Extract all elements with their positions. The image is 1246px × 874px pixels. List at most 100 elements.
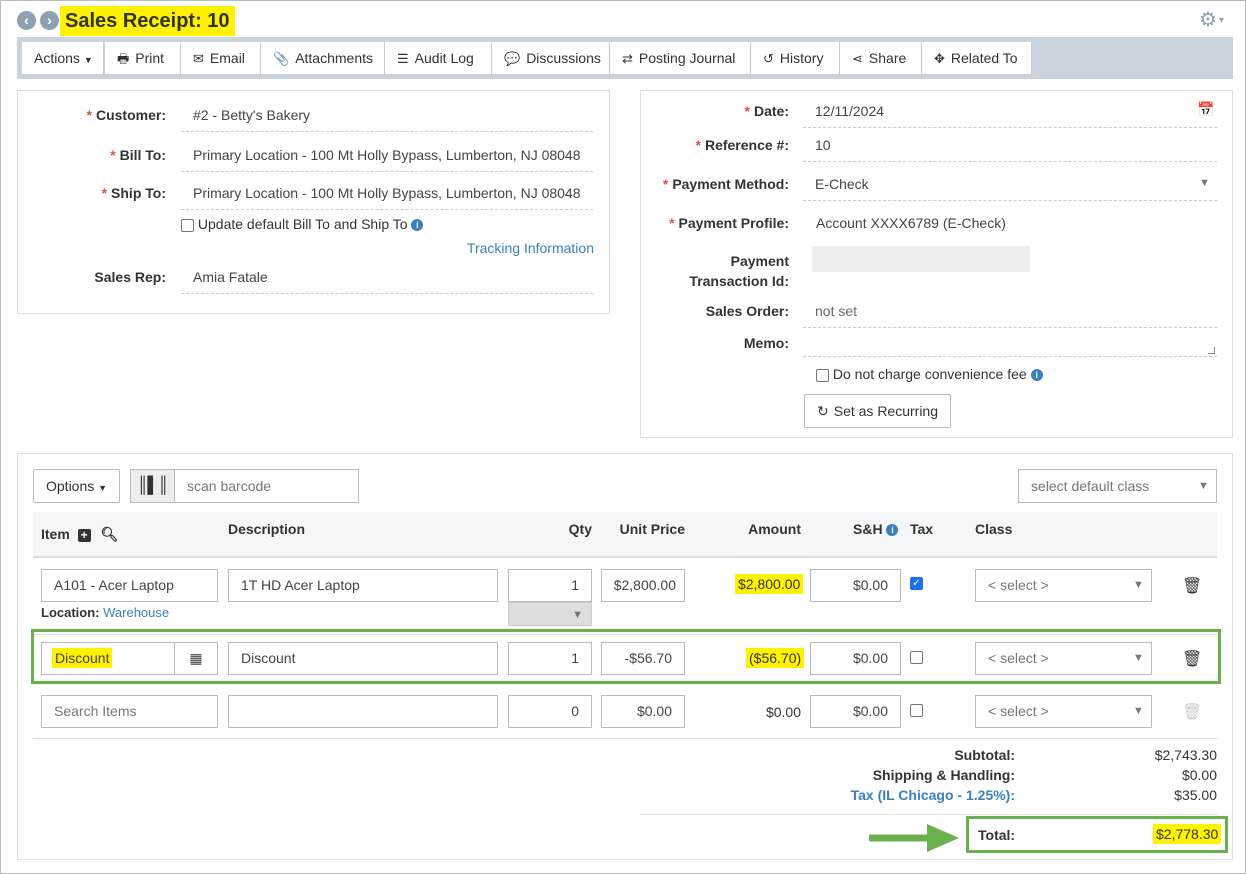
class-header: Class: [975, 521, 1013, 537]
tracking-information-link[interactable]: Tracking Information: [421, 240, 594, 256]
totals-divider: [640, 814, 1217, 815]
printer-icon: 🖶: [117, 51, 130, 66]
comments-icon: 💬: [504, 51, 521, 66]
no-fee-label: Do not charge convenience fee: [832, 366, 1027, 382]
no-fee-checkbox[interactable]: [816, 368, 829, 382]
email-button[interactable]: ✉ Email: [181, 42, 261, 74]
qty-input[interactable]: 1: [508, 642, 592, 675]
calendar-icon[interactable]: 📅: [1197, 101, 1214, 118]
list-icon: ☰: [397, 51, 409, 66]
chevron-down-icon: ▼: [1198, 480, 1209, 492]
ship-to-label: * Ship To:: [101, 185, 166, 201]
item-input[interactable]: A101 - Acer Laptop: [41, 569, 218, 602]
options-button[interactable]: Options ▼: [33, 469, 120, 503]
ship-to-field[interactable]: Primary Location - 100 Mt Holly Bypass, …: [181, 181, 593, 210]
no-fee-row: Do not charge convenience fee i: [816, 366, 1043, 382]
tax-link[interactable]: Tax (IL Chicago - 1.25%):: [761, 787, 1015, 803]
description-textarea[interactable]: 1T HD Acer Laptop: [228, 569, 498, 602]
sales-order-label: Sales Order:: [705, 303, 789, 319]
print-button[interactable]: 🖶 Print: [105, 42, 181, 74]
sh-input[interactable]: $0.00: [810, 642, 901, 675]
share-button[interactable]: ⋖ Share: [840, 42, 922, 74]
memo-label: Memo:: [743, 335, 789, 351]
sh-input[interactable]: $0.00: [810, 695, 901, 728]
qty-input[interactable]: 0: [508, 695, 592, 728]
total-value: $2,778.30: [1153, 824, 1222, 844]
sales-rep-label: Sales Rep:: [94, 269, 166, 285]
default-class-select[interactable]: select default class: [1018, 469, 1217, 503]
reference-label: * Reference #:: [695, 137, 790, 153]
attachments-button[interactable]: 📎 Attachments: [261, 42, 385, 74]
unit-select[interactable]: ▼: [508, 602, 592, 626]
sales-order-field[interactable]: not set: [803, 299, 1217, 328]
forward-icon[interactable]: ›: [40, 11, 59, 30]
chevron-down-icon: ▼: [1199, 177, 1210, 189]
reference-field[interactable]: 10: [803, 133, 1217, 162]
subtotal-label: Subtotal:: [954, 747, 1015, 763]
tax-header: Tax: [910, 521, 934, 537]
unit-price-input[interactable]: -$56.70: [601, 642, 685, 675]
description-textarea[interactable]: Discount: [228, 642, 498, 675]
toolbar: Actions ▼ 🖶 Print ✉ Email 📎 Attachments ☰ Au…: [17, 37, 1233, 79]
paperclip-icon: 📎: [273, 51, 290, 66]
description-textarea[interactable]: [228, 695, 498, 728]
gear-icon[interactable]: ⚙ ▾: [1199, 7, 1224, 32]
location-link[interactable]: Warehouse: [103, 605, 169, 620]
trash-icon[interactable]: 🗑︎: [1182, 576, 1202, 596]
barcode-icon: ║▌║: [130, 469, 175, 503]
discussions-button[interactable]: 💬 Discussions: [492, 42, 610, 74]
class-select[interactable]: < select >: [975, 695, 1152, 728]
audit-log-button[interactable]: ☰ Audit Log: [385, 42, 492, 74]
set-as-recurring-button[interactable]: ↻ Set as Recurring: [804, 394, 952, 428]
date-label: * Date:: [744, 103, 789, 119]
back-icon[interactable]: ‹: [17, 11, 36, 30]
customer-field[interactable]: #2 - Betty's Bakery: [181, 103, 593, 132]
expand-icon: ✥: [934, 51, 945, 66]
qty-input[interactable]: 1: [508, 569, 592, 602]
plus-icon[interactable]: +: [77, 529, 91, 542]
update-default-checkbox[interactable]: [181, 218, 194, 232]
item-header: Item + 🔍︎: [41, 526, 119, 542]
class-select[interactable]: < select >: [975, 569, 1152, 602]
payment-method-label: * Payment Method:: [662, 176, 789, 192]
memo-textarea[interactable]: [803, 327, 1217, 357]
subtotal-value: $2,743.30: [1154, 747, 1217, 763]
actions-button[interactable]: Actions ▼: [22, 42, 104, 74]
tax-checkbox[interactable]: [910, 704, 923, 717]
class-select[interactable]: < select >: [975, 642, 1152, 675]
item-input[interactable]: Discount ▦: [41, 642, 218, 675]
chevron-down-icon: ▼: [1133, 652, 1144, 664]
tax-checkbox[interactable]: [910, 651, 923, 664]
tax-checkbox[interactable]: ✓: [910, 577, 923, 590]
bill-to-label: * Bill To:: [110, 147, 166, 163]
amount-value: $2,800.00: [735, 574, 804, 594]
info-icon[interactable]: i: [1030, 369, 1043, 382]
customer-label: * Customer:: [86, 107, 166, 123]
amount-value: $0.00: [765, 704, 801, 720]
trash-icon[interactable]: 🗑︎: [1182, 649, 1202, 669]
history-button[interactable]: ↺ History: [751, 42, 840, 74]
sales-rep-field[interactable]: Amia Fatale: [181, 265, 593, 294]
date-field[interactable]: 12/11/2024: [803, 99, 1217, 128]
payment-method-select[interactable]: E-Check: [803, 172, 1217, 201]
posting-journal-button[interactable]: ⇄ Posting Journal: [610, 42, 751, 74]
row-divider: [33, 738, 1217, 739]
unit-price-input[interactable]: $0.00: [601, 695, 685, 728]
info-icon[interactable]: i: [886, 524, 899, 537]
total-label: Total:: [978, 827, 1016, 843]
sh-input[interactable]: $0.00: [810, 569, 901, 602]
bill-to-field[interactable]: Primary Location - 100 Mt Holly Bypass, …: [181, 143, 593, 172]
scan-barcode-input[interactable]: scan barcode: [174, 469, 359, 503]
info-icon[interactable]: i: [411, 219, 424, 232]
arrow-icon: [867, 823, 961, 856]
calculator-icon[interactable]: ▦: [174, 643, 217, 674]
location-row: Location: Warehouse: [41, 605, 170, 620]
unit-price-input[interactable]: $2,800.00: [601, 569, 685, 602]
search-icon[interactable]: 🔍︎: [101, 526, 119, 542]
share-icon: ⋖: [852, 51, 863, 66]
amount-value: ($56.70): [746, 648, 805, 668]
related-to-button[interactable]: ✥ Related To: [922, 42, 1032, 74]
chevron-down-icon: ▼: [1133, 705, 1144, 717]
history-icon: ↺: [763, 51, 774, 66]
search-items-input[interactable]: Search Items: [41, 695, 218, 728]
